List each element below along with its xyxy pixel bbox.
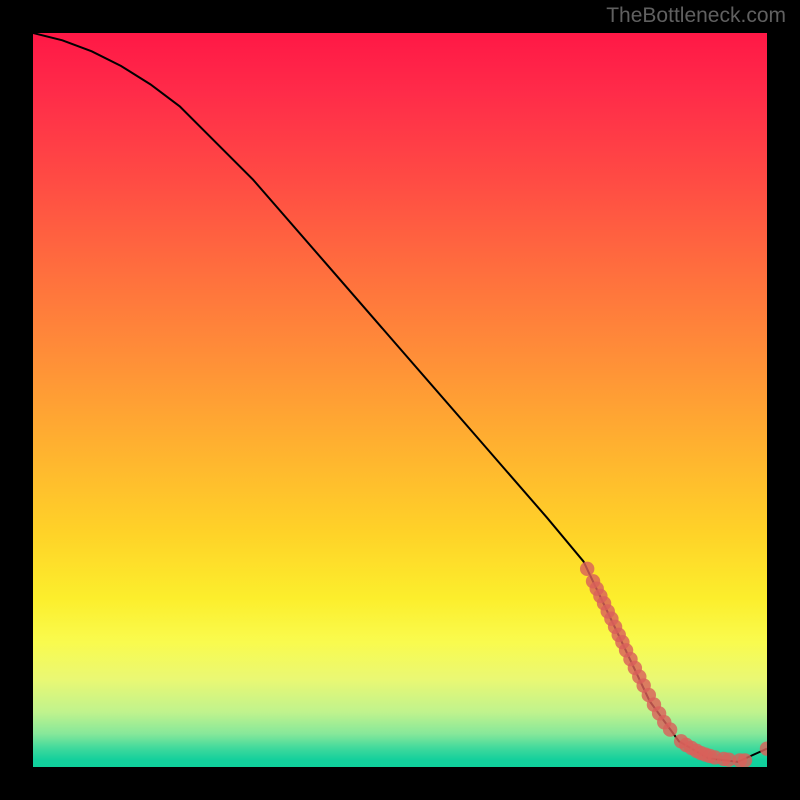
chart-plot-area bbox=[33, 33, 767, 767]
chart-marker bbox=[580, 562, 594, 576]
chart-marker bbox=[760, 741, 767, 755]
chart-curve bbox=[33, 33, 767, 762]
chart-overlay-svg bbox=[33, 33, 767, 767]
chart-marker bbox=[738, 753, 752, 767]
chart-markers-group bbox=[580, 562, 767, 767]
watermark-text: TheBottleneck.com bbox=[606, 4, 786, 28]
chart-marker bbox=[663, 722, 677, 736]
